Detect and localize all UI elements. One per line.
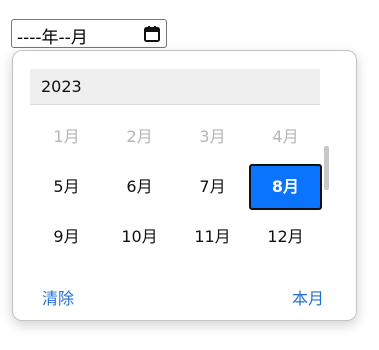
calendar-icon[interactable] (143, 25, 161, 43)
month-cell[interactable]: 9月 (30, 214, 103, 260)
month-input-value: ----年--月 (17, 28, 88, 48)
month-cell: 2月 (126, 127, 153, 146)
year-label: 2023 (41, 77, 82, 96)
month-cell[interactable]: 7月 (176, 164, 249, 210)
year-selector[interactable]: 2023 (30, 69, 320, 105)
clear-button[interactable]: 清除 (42, 285, 74, 309)
month-cell: 3月 (199, 127, 226, 146)
month-input[interactable]: ----年--月 (11, 19, 167, 48)
month-cell: 4月 (272, 127, 299, 146)
month-picker-popup: 2023 1月 2月 3月 4月 5月 6月 7月 8月 9月 10月 11月 12月 清除 本月 (12, 50, 357, 321)
month-cell[interactable]: 6月 (103, 164, 176, 210)
month-cell[interactable]: 10月 (103, 214, 176, 260)
month-cell[interactable]: 12月 (249, 214, 322, 260)
scrollbar[interactable] (324, 146, 329, 190)
this-month-button[interactable]: 本月 (292, 285, 324, 309)
month-cell[interactable]: 8月 (249, 164, 322, 210)
month-grid: 1月 2月 3月 4月 5月 6月 7月 8月 9月 10月 11月 12月 (30, 114, 322, 264)
month-cell: 1月 (53, 127, 80, 146)
month-cell[interactable]: 11月 (176, 214, 249, 260)
month-cell[interactable]: 5月 (30, 164, 103, 210)
